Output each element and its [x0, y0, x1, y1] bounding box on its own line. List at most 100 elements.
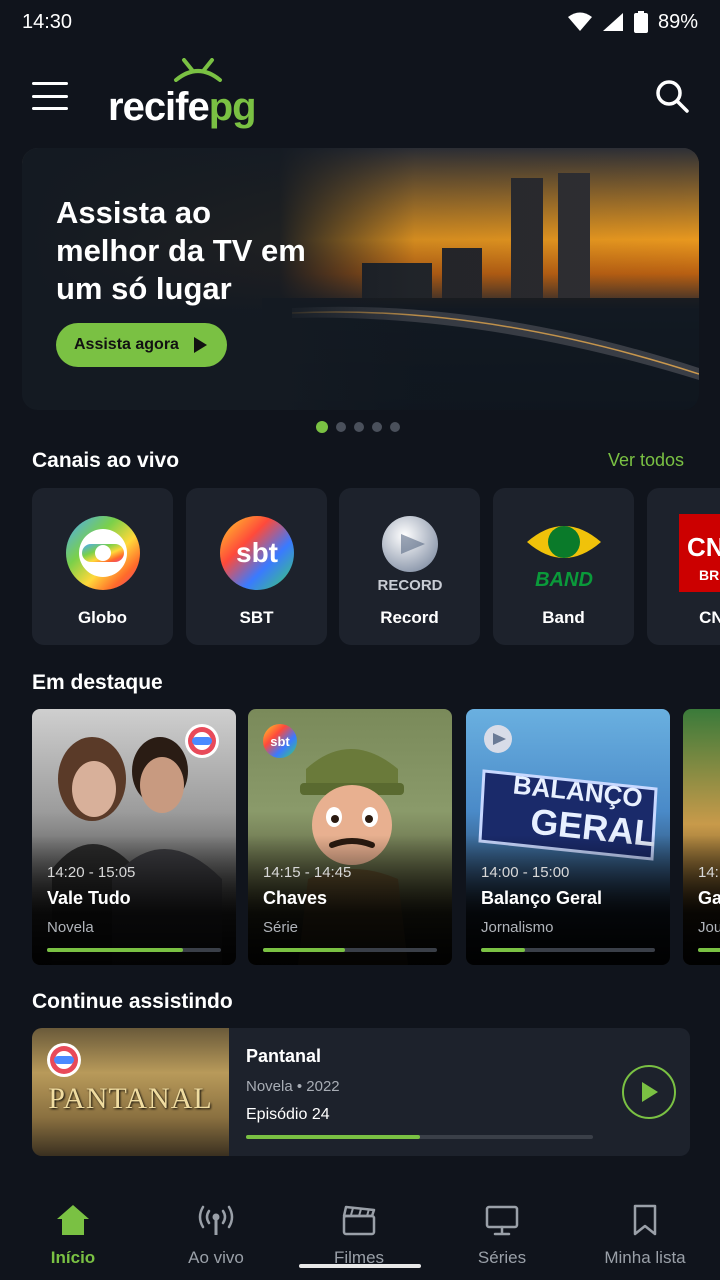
card-progress-fill [263, 948, 345, 952]
menu-button[interactable] [32, 82, 68, 110]
hero-banner[interactable]: Assista ao melhor da TV em um só lugar A… [22, 148, 699, 410]
globo-badge-icon [47, 1043, 81, 1077]
card-time: 14:00 - 15:00 [481, 864, 570, 881]
continue-title: Pantanal [246, 1046, 322, 1066]
card-title: Vale Tudo [47, 888, 131, 908]
card-genre: Série [263, 919, 299, 936]
wifi-icon [567, 12, 592, 32]
nav-my-list[interactable]: Minha lista [575, 1202, 715, 1268]
svg-text:sbt: sbt [270, 734, 290, 749]
gesture-home-bar[interactable] [299, 1264, 421, 1268]
carousel-dot[interactable] [390, 422, 400, 432]
play-icon [193, 337, 207, 353]
hamburger-line [32, 94, 68, 98]
live-channels-list: Globo sbt SBT RECORD Record BAND Band CN… [32, 488, 720, 645]
card-time: 14:20 - 15:05 [47, 864, 136, 881]
watch-now-button[interactable]: Assista agora [56, 323, 227, 367]
monitor-icon [485, 1202, 519, 1238]
bookmark-icon [632, 1202, 658, 1238]
carousel-dot[interactable] [336, 422, 346, 432]
nav-label: Ao vivo [188, 1248, 244, 1267]
svg-text:BR: BR [699, 567, 719, 583]
continue-watching-title: Continue assistindo [32, 990, 233, 1013]
clapperboard-icon [342, 1202, 376, 1238]
card-time: 14:15 - 14:45 [263, 864, 352, 881]
channel-card-record[interactable]: RECORD Record [339, 488, 480, 645]
continue-watching-card[interactable]: PANTANAL Pantanal Novela • 2022 Episódio… [32, 1028, 690, 1156]
card-progress [481, 948, 655, 952]
card-progress-fill [481, 948, 525, 952]
card-genre: Novela [47, 919, 94, 936]
featured-title: Em destaque [32, 671, 163, 694]
resume-play-button[interactable] [622, 1065, 676, 1119]
carousel-dot-active[interactable] [316, 421, 328, 433]
card-progress-fill [698, 948, 720, 952]
card-progress [263, 948, 437, 952]
status-bar: 14:30 89% [0, 0, 720, 44]
carousel-dot[interactable] [354, 422, 364, 432]
nav-label: Início [50, 1248, 96, 1267]
hamburger-line [32, 107, 68, 110]
featured-card[interactable]: 14: Ga Jou [683, 709, 720, 965]
channel-name: CNN [699, 608, 720, 627]
broadcast-icon [197, 1202, 235, 1238]
battery-icon [633, 11, 648, 33]
hamburger-line [32, 82, 68, 85]
globo-badge-icon [185, 724, 219, 758]
continue-episode: Episódio 24 [246, 1106, 330, 1123]
see-all-link[interactable]: Ver todos [608, 450, 684, 471]
live-channels-title: Canais ao vivo [32, 449, 180, 472]
record-badge-icon [484, 725, 512, 753]
sbt-badge-icon: sbt [263, 724, 297, 758]
channel-card-sbt[interactable]: sbt SBT [186, 488, 327, 645]
channel-card-band[interactable]: BAND Band [493, 488, 634, 645]
card-time: 14: [698, 864, 719, 881]
svg-text:RECORD: RECORD [377, 577, 442, 592]
app-header: recife pg [0, 56, 720, 136]
sbt-logo: sbt [220, 516, 294, 590]
card-progress-fill [47, 948, 183, 952]
band-logo: BAND [527, 526, 601, 591]
play-icon [642, 1082, 658, 1102]
featured-card[interactable]: BALANÇO GERAL 14:00 - 15:00 Balanço Gera… [466, 709, 670, 965]
search-icon[interactable] [654, 78, 690, 114]
card-genre: Jou [698, 919, 720, 936]
channel-name: Globo [77, 608, 128, 627]
battery-level: 89% [657, 10, 698, 33]
nav-movies[interactable]: Filmes [289, 1202, 429, 1268]
pantanal-thumbnail: PANTANAL [32, 1028, 229, 1156]
antenna-icon [174, 58, 222, 82]
hero-title: Assista ao melhor da TV em um só lugar [56, 195, 306, 306]
card-progress [47, 948, 221, 952]
home-icon [56, 1202, 90, 1238]
bottom-navigation: Início Ao vivo Filmes Séries Minha lista [0, 1160, 720, 1280]
featured-card[interactable]: 14:20 - 15:05 Vale Tudo Novela [32, 709, 236, 965]
signal-icon [602, 12, 624, 32]
app-logo[interactable]: recife pg [108, 58, 257, 130]
carousel-indicators [316, 421, 400, 433]
nav-live[interactable]: Ao vivo [146, 1202, 286, 1268]
card-title: Balanço Geral [481, 888, 603, 908]
status-time: 14:30 [22, 10, 73, 33]
nav-home[interactable]: Início [3, 1202, 143, 1268]
card-genre: Jornalismo [481, 919, 554, 936]
continue-meta: Novela • 2022 [246, 1078, 340, 1095]
card-progress [698, 948, 720, 952]
logo-text-green: pg [208, 85, 257, 129]
status-icons: 89% [567, 10, 698, 34]
card-title: Chaves [263, 888, 328, 908]
svg-text:CNN: CNN [687, 532, 720, 562]
svg-text:BAND: BAND [535, 569, 593, 591]
featured-list: 14:20 - 15:05 Vale Tudo Novela sbt 14:15… [32, 709, 720, 965]
card-title: Ga [698, 888, 720, 908]
channel-card-globo[interactable]: Globo [32, 488, 173, 645]
nav-series[interactable]: Séries [432, 1202, 572, 1268]
channel-card-cnn[interactable]: CNN BR CNN [647, 488, 720, 645]
nav-label: Séries [477, 1248, 527, 1267]
nav-label: Minha lista [604, 1248, 686, 1267]
record-logo: RECORD [377, 516, 443, 592]
featured-card[interactable]: sbt 14:15 - 14:45 Chaves Série [248, 709, 452, 965]
carousel-dot[interactable] [372, 422, 382, 432]
continue-progress [246, 1135, 593, 1139]
logo-text-white: recife [108, 85, 210, 129]
